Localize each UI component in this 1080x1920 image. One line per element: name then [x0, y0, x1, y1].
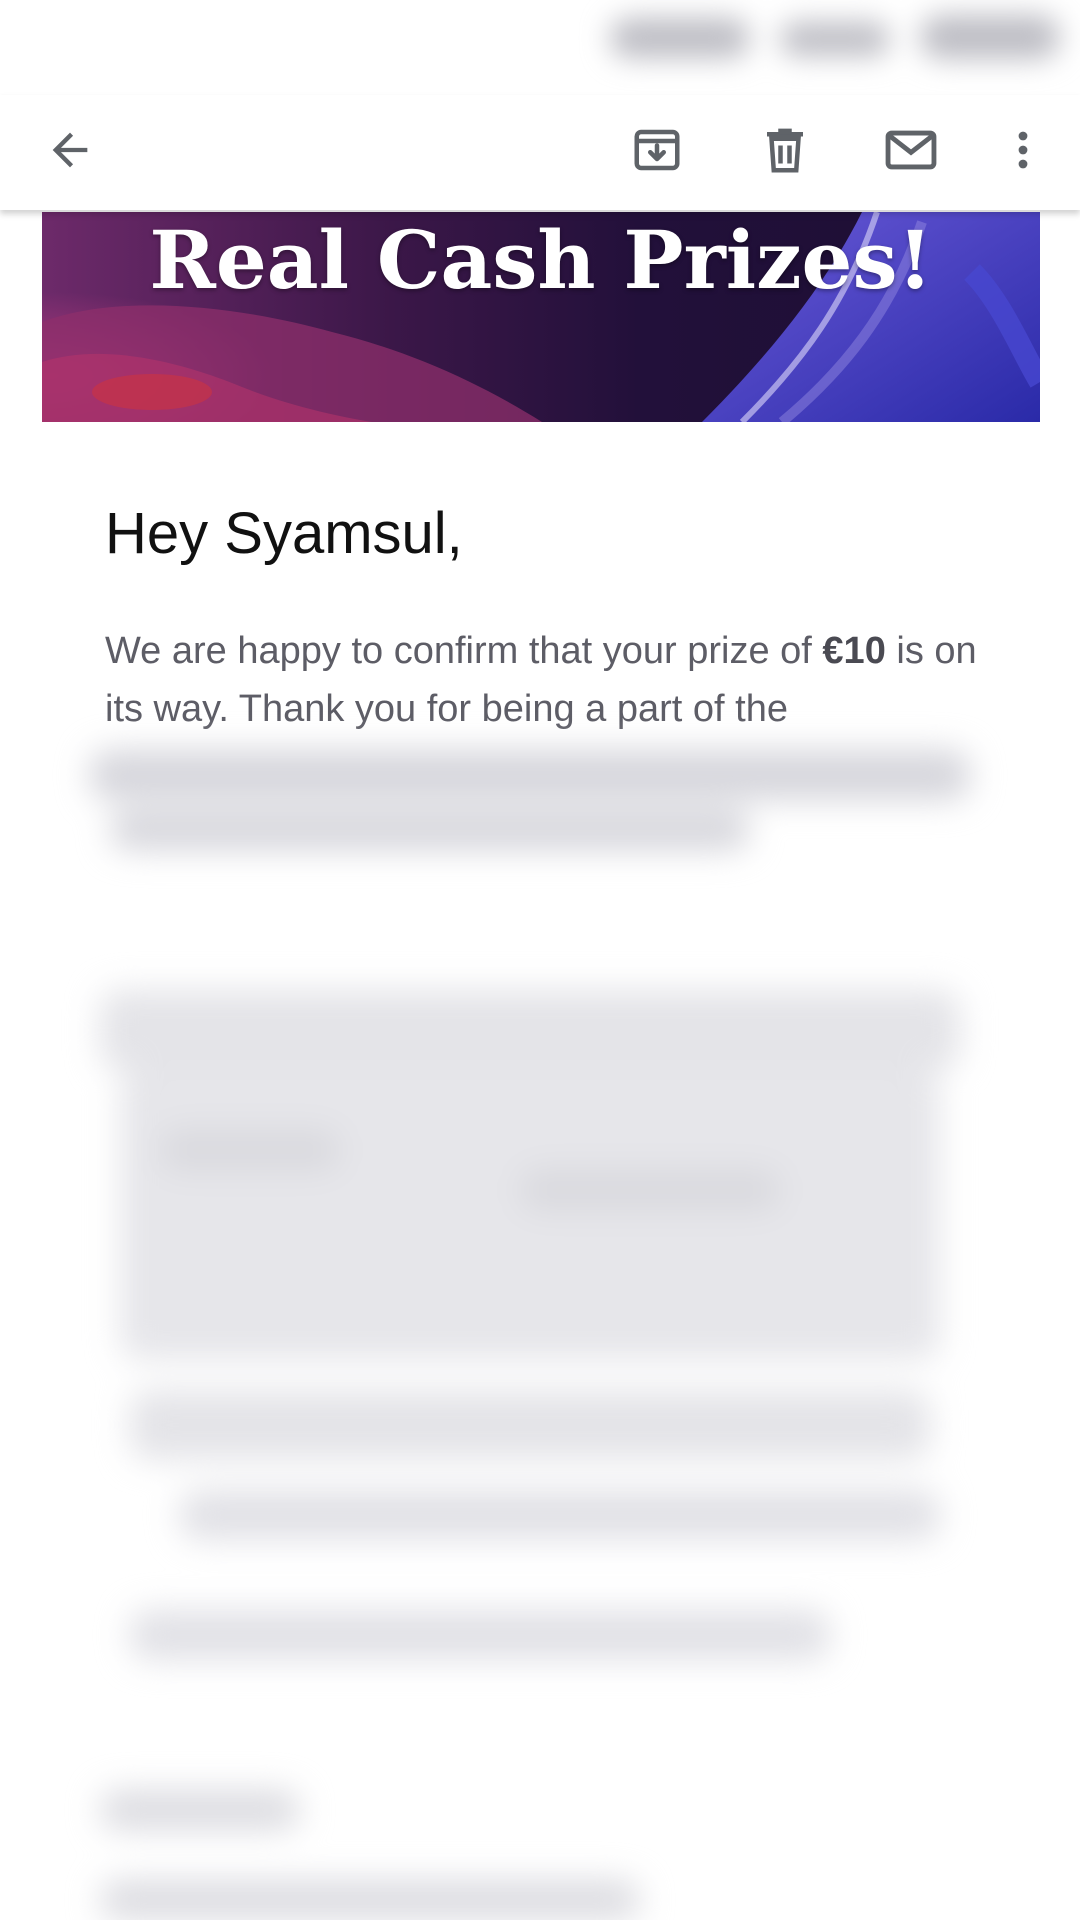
email-greeting: Hey Syamsul, [105, 501, 463, 566]
trash-icon [758, 123, 812, 177]
banner-title: Real Cash Prizes! [149, 213, 933, 307]
more-options-button[interactable] [978, 105, 1068, 195]
more-vert-icon [999, 123, 1047, 177]
back-arrow-icon [44, 124, 96, 176]
archive-button[interactable] [612, 105, 702, 195]
delete-button[interactable] [740, 105, 830, 195]
promo-banner: Real Cash Prizes! [42, 212, 1040, 422]
mark-unread-button[interactable] [866, 105, 956, 195]
back-button[interactable] [25, 105, 115, 195]
email-body-paragraph: We are happy to confirm that your prize … [105, 622, 985, 738]
mail-icon [882, 121, 940, 179]
email-toolbar [0, 95, 1080, 210]
blurred-email-content [0, 730, 1080, 1920]
status-bar-blurred [580, 0, 1080, 90]
prize-amount: €10 [822, 630, 886, 672]
email-view-screen: Real Cash Prizes! Hey Syamsul, We are ha… [0, 0, 1080, 1920]
archive-icon [630, 123, 684, 177]
body-text-part1: We are happy to confirm that your prize … [105, 630, 823, 672]
